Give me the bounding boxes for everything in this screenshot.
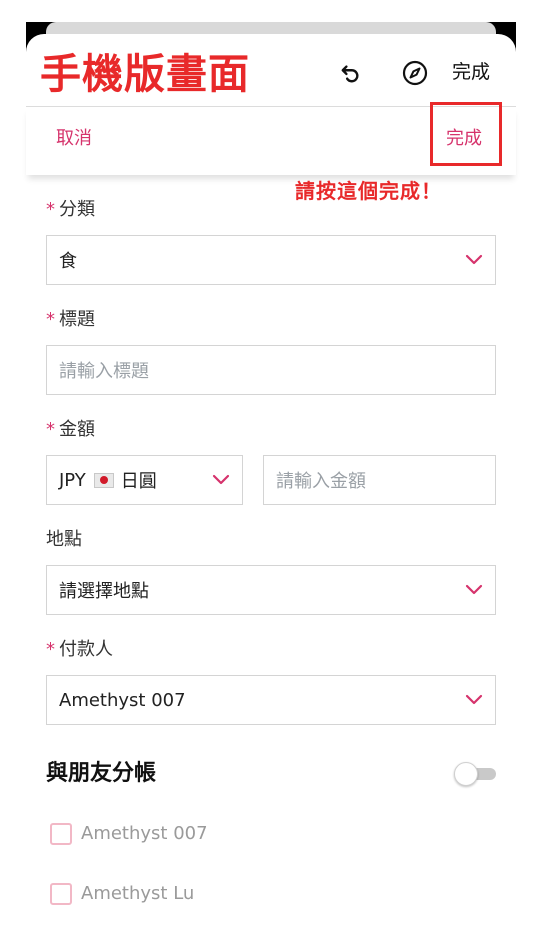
undo-icon[interactable]	[334, 56, 368, 90]
payer-select[interactable]: Amethyst 007	[46, 675, 496, 725]
japan-flag-icon	[93, 472, 114, 488]
payer-label: * 付款人	[46, 639, 113, 660]
location-value: 請選擇地點	[59, 581, 149, 602]
payer-value: Amethyst 007	[59, 689, 186, 711]
category-select[interactable]: 食	[46, 235, 496, 285]
page-title: 手機版畫面	[40, 50, 250, 98]
chevron-down-icon	[465, 584, 483, 595]
title-placeholder: 請輸入標題	[59, 361, 149, 382]
split-toggle[interactable]	[454, 762, 498, 786]
highlight-annotation-box	[430, 102, 502, 166]
toggle-knob	[454, 762, 478, 786]
location-select[interactable]: 請選擇地點	[46, 565, 496, 615]
header-done-button[interactable]: 完成	[452, 58, 490, 86]
chevron-down-icon	[212, 474, 230, 485]
currency-code: JPY	[59, 469, 86, 491]
amount-label: * 金額	[46, 419, 95, 440]
currency-name: 日圓	[120, 471, 157, 492]
friend-item[interactable]: Amethyst 007	[50, 821, 208, 847]
annotation-text: 請按這個完成！	[295, 179, 442, 203]
friend-name: Amethyst 007	[81, 823, 208, 844]
currency-select[interactable]: JPY 日圓	[46, 455, 243, 505]
chevron-down-icon	[465, 694, 483, 705]
category-label: * 分類	[46, 199, 95, 220]
cancel-button[interactable]: 取消	[56, 126, 92, 152]
category-value: 食	[59, 251, 77, 272]
chevron-down-icon	[465, 254, 483, 265]
title-input[interactable]: 請輸入標題	[46, 345, 496, 395]
friend-checkbox[interactable]	[50, 883, 72, 905]
split-section-title: 與朋友分帳	[46, 761, 157, 786]
amount-input[interactable]: 請輸入金額	[263, 455, 496, 505]
location-label: 地點	[46, 529, 82, 550]
amount-placeholder: 請輸入金額	[276, 471, 366, 492]
friend-item[interactable]: Amethyst Lu	[50, 881, 194, 907]
friend-name: Amethyst Lu	[81, 883, 195, 904]
friend-checkbox[interactable]	[50, 823, 72, 845]
compass-icon[interactable]	[398, 56, 432, 90]
title-label: * 標題	[46, 309, 95, 330]
